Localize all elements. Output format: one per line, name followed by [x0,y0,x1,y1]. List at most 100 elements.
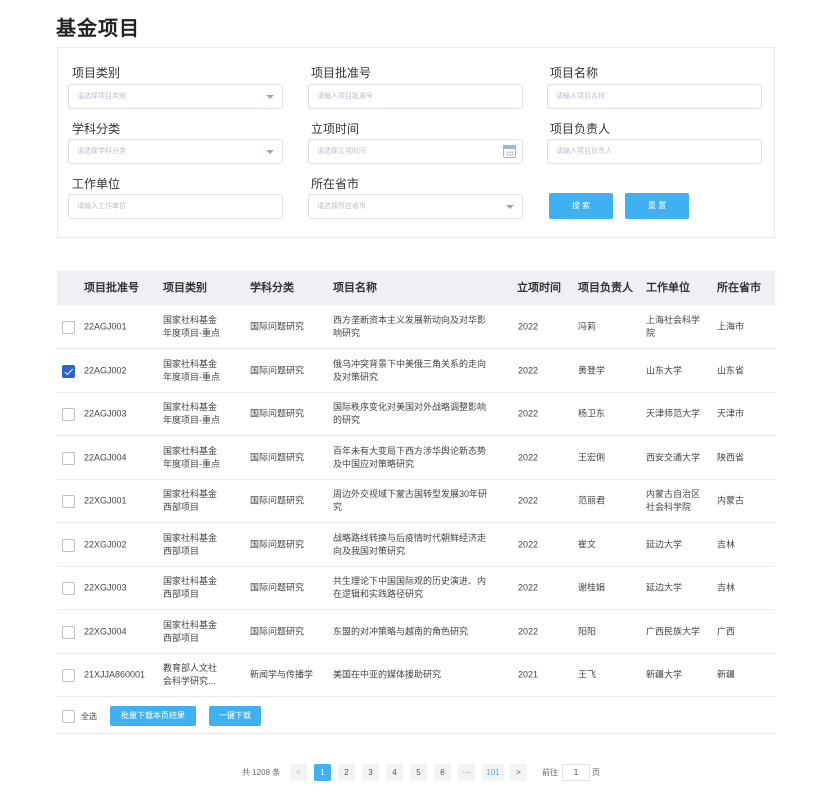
discipline-select[interactable]: 请选择学科分类 [68,139,283,164]
cell-line: 年度项目-重点 [163,371,220,382]
search-button[interactable]: 搜 索 [549,193,613,219]
cell-leader: 谢桂娟 [578,582,606,593]
batch-download-button[interactable]: 批量下载本页结果 [110,706,196,726]
header-work-unit: 工作单位 [646,282,690,294]
cell-category: 国家社科基金 年度项目-重点 [163,401,220,427]
table-row[interactable]: 22XGJ003 国家社科基金 西部项目 国际问题研究 共生理论下中国国际观的历史演进、… [57,567,775,610]
row-checkbox[interactable] [62,495,75,508]
row-checkbox[interactable] [62,364,75,378]
discipline-label: 学科分类 [72,122,121,136]
page-3[interactable]: 3 [362,764,379,781]
table-row[interactable]: 22XGJ001 国家社科基金 西部项目 国际问题研究 周边外交视域下蒙古国转型发展30… [57,480,775,523]
row-checkbox[interactable] [62,625,75,639]
calendar-icon[interactable] [503,145,516,158]
header-province: 所在省市 [717,282,761,294]
cell-line: 广西民族大学 [646,626,701,636]
cell-no: 22XGJ003 [84,582,127,593]
page-6[interactable]: 6 [434,764,451,781]
row-checkbox[interactable] [62,321,75,334]
cell-name: 共生理论下中国国际观的历史演进、内 在逻辑和实践路径研究 [333,575,486,601]
cell-line: 及对策研究 [333,371,379,382]
cell-province: 吉林 [717,582,736,593]
prev-page-button[interactable]: < [290,764,307,781]
work-unit-label: 工作单位 [72,177,121,191]
cell-line: 国家社科基金 [163,619,218,630]
cell-line: 天津师范大学 [646,408,701,419]
row-checkbox[interactable] [62,408,75,421]
select-all-label[interactable]: 全选 [81,710,97,723]
table-row[interactable]: 22XGJ002 国家社科基金 西部项目 国际问题研究 战略路线转换与后疫情时代朝鲜经济… [57,524,775,567]
approval-no-input[interactable] [308,84,523,109]
select-all-checkbox[interactable] [62,710,75,723]
cell-discipline: 国际问题研究 [250,321,305,332]
row-checkbox[interactable] [62,451,75,465]
cell-line: 西部项目 [163,632,200,643]
cell-year: 2022 [518,539,539,549]
page-last[interactable]: 101 [482,764,504,781]
page-2[interactable]: 2 [338,764,355,781]
table-row[interactable]: 21XJJA860001 教育部人文社 会科学研究... 新闻学与传播学 美国在中亚的媒… [57,654,775,697]
page-title: 基金项目 [56,18,140,40]
cell-line: 的研究 [333,415,361,425]
table-row[interactable]: 22AGJ002 国家社科基金 年度项目-重点 国际问题研究 俄乌冲突背景下中美俄三角关… [57,350,775,393]
cell-unit: 内蒙古自治区 社会科学院 [646,488,700,514]
goto-suffix: 页 [592,768,600,777]
row-checkbox[interactable] [62,538,75,552]
province-select[interactable]: 请选择所在省市 [308,194,523,219]
row-checkbox[interactable] [62,582,75,595]
work-unit-input[interactable] [68,194,283,219]
cell-province: 陕西省 [717,452,745,462]
cell-line: 国际秩序变化对美国对外战略调整影响 [333,402,487,412]
pagination: 共 1208 条 < 1 2 3 4 5 6 ··· 101 > 前往 1 页 [0,764,836,782]
category-select[interactable]: 请选择项目类别 [68,84,283,109]
cell-province: 吉林 [717,539,736,549]
cell-line: 响研究 [333,328,361,338]
goto-page-input[interactable]: 1 [562,764,590,781]
page-5[interactable]: 5 [410,764,427,781]
cell-line: 新疆大学 [646,669,683,680]
cell-line: 及中国应对策略研究 [333,458,415,469]
cell-year: 2022 [518,321,539,332]
table-row[interactable]: 22AGJ003 国家社科基金 年度项目-重点 国际问题研究 国际秩序变化对美国对外战略… [57,393,775,436]
cell-line: 周边外交视域下蒙古国转型发展30年研 [333,489,488,499]
cell-line: 国家社科基金 [163,576,218,586]
cell-line: 国家社科基金 [163,489,218,499]
cell-line: 延边大学 [646,582,683,593]
cell-line: 向及我国对策研究 [333,545,406,556]
cell-category: 国家社科基金 年度项目-重点 [163,314,220,340]
cell-category: 国家社科基金 年度项目-重点 [163,358,220,384]
page-1[interactable]: 1 [314,764,331,781]
cell-discipline: 新闻学与传播学 [250,669,314,680]
cell-line: 战略路线转换与后疫情时代朝鲜经济走 [333,532,487,543]
next-page-button[interactable]: > [510,764,527,781]
reset-button[interactable]: 重 置 [625,193,689,219]
cell-year: 2022 [518,452,539,462]
cell-line: 国家社科基金 [163,358,218,369]
cell-line: 西部项目 [163,589,200,599]
table-row[interactable]: 22AGJ001 国家社科基金 年度项目-重点 国际问题研究 西方垄断资本主义发展新动向… [57,306,775,349]
cell-no: 22XGJ002 [84,539,127,549]
cell-no: 21XJJA860001 [84,669,146,680]
cell-year: 2022 [518,408,539,419]
category-placeholder: 请选择项目类别 [77,93,126,100]
cell-line: 内蒙古自治区 [646,489,701,499]
page-4[interactable]: 4 [386,764,403,781]
filter-panel: 项目类别 请选择项目类别 项目批准号 项目名称 学科分类 请选择学科分类 立项时… [57,47,775,238]
province-label: 所在省市 [311,177,360,191]
one-click-download-button[interactable]: 一键下载 [209,706,261,726]
goto-prefix: 前往 [542,768,558,777]
start-time-picker[interactable]: 请选择立项时间 [308,139,523,164]
more-pages-button[interactable]: ··· [458,764,475,781]
cell-discipline: 国际问题研究 [250,452,305,462]
table-row[interactable]: 22XGJ004 国家社科基金 西部项目 国际问题研究 东盟的对冲策略与越南的角色研究 2… [57,611,775,654]
leader-input[interactable] [547,139,762,164]
cell-line: 国家社科基金 [163,402,218,412]
header-leader: 项目负责人 [578,282,633,294]
cell-unit: 广西民族大学 [646,625,700,638]
table-row[interactable]: 22AGJ004 国家社科基金 年度项目-重点 国际问题研究 百年未有大变局下西方涉华舆… [57,437,775,480]
project-name-input[interactable] [547,84,762,109]
cell-name: 美国在中亚的媒体援助研究 [333,669,441,682]
cell-line: 院 [646,328,656,338]
row-checkbox[interactable] [62,669,75,682]
cell-discipline: 国际问题研究 [250,582,305,593]
